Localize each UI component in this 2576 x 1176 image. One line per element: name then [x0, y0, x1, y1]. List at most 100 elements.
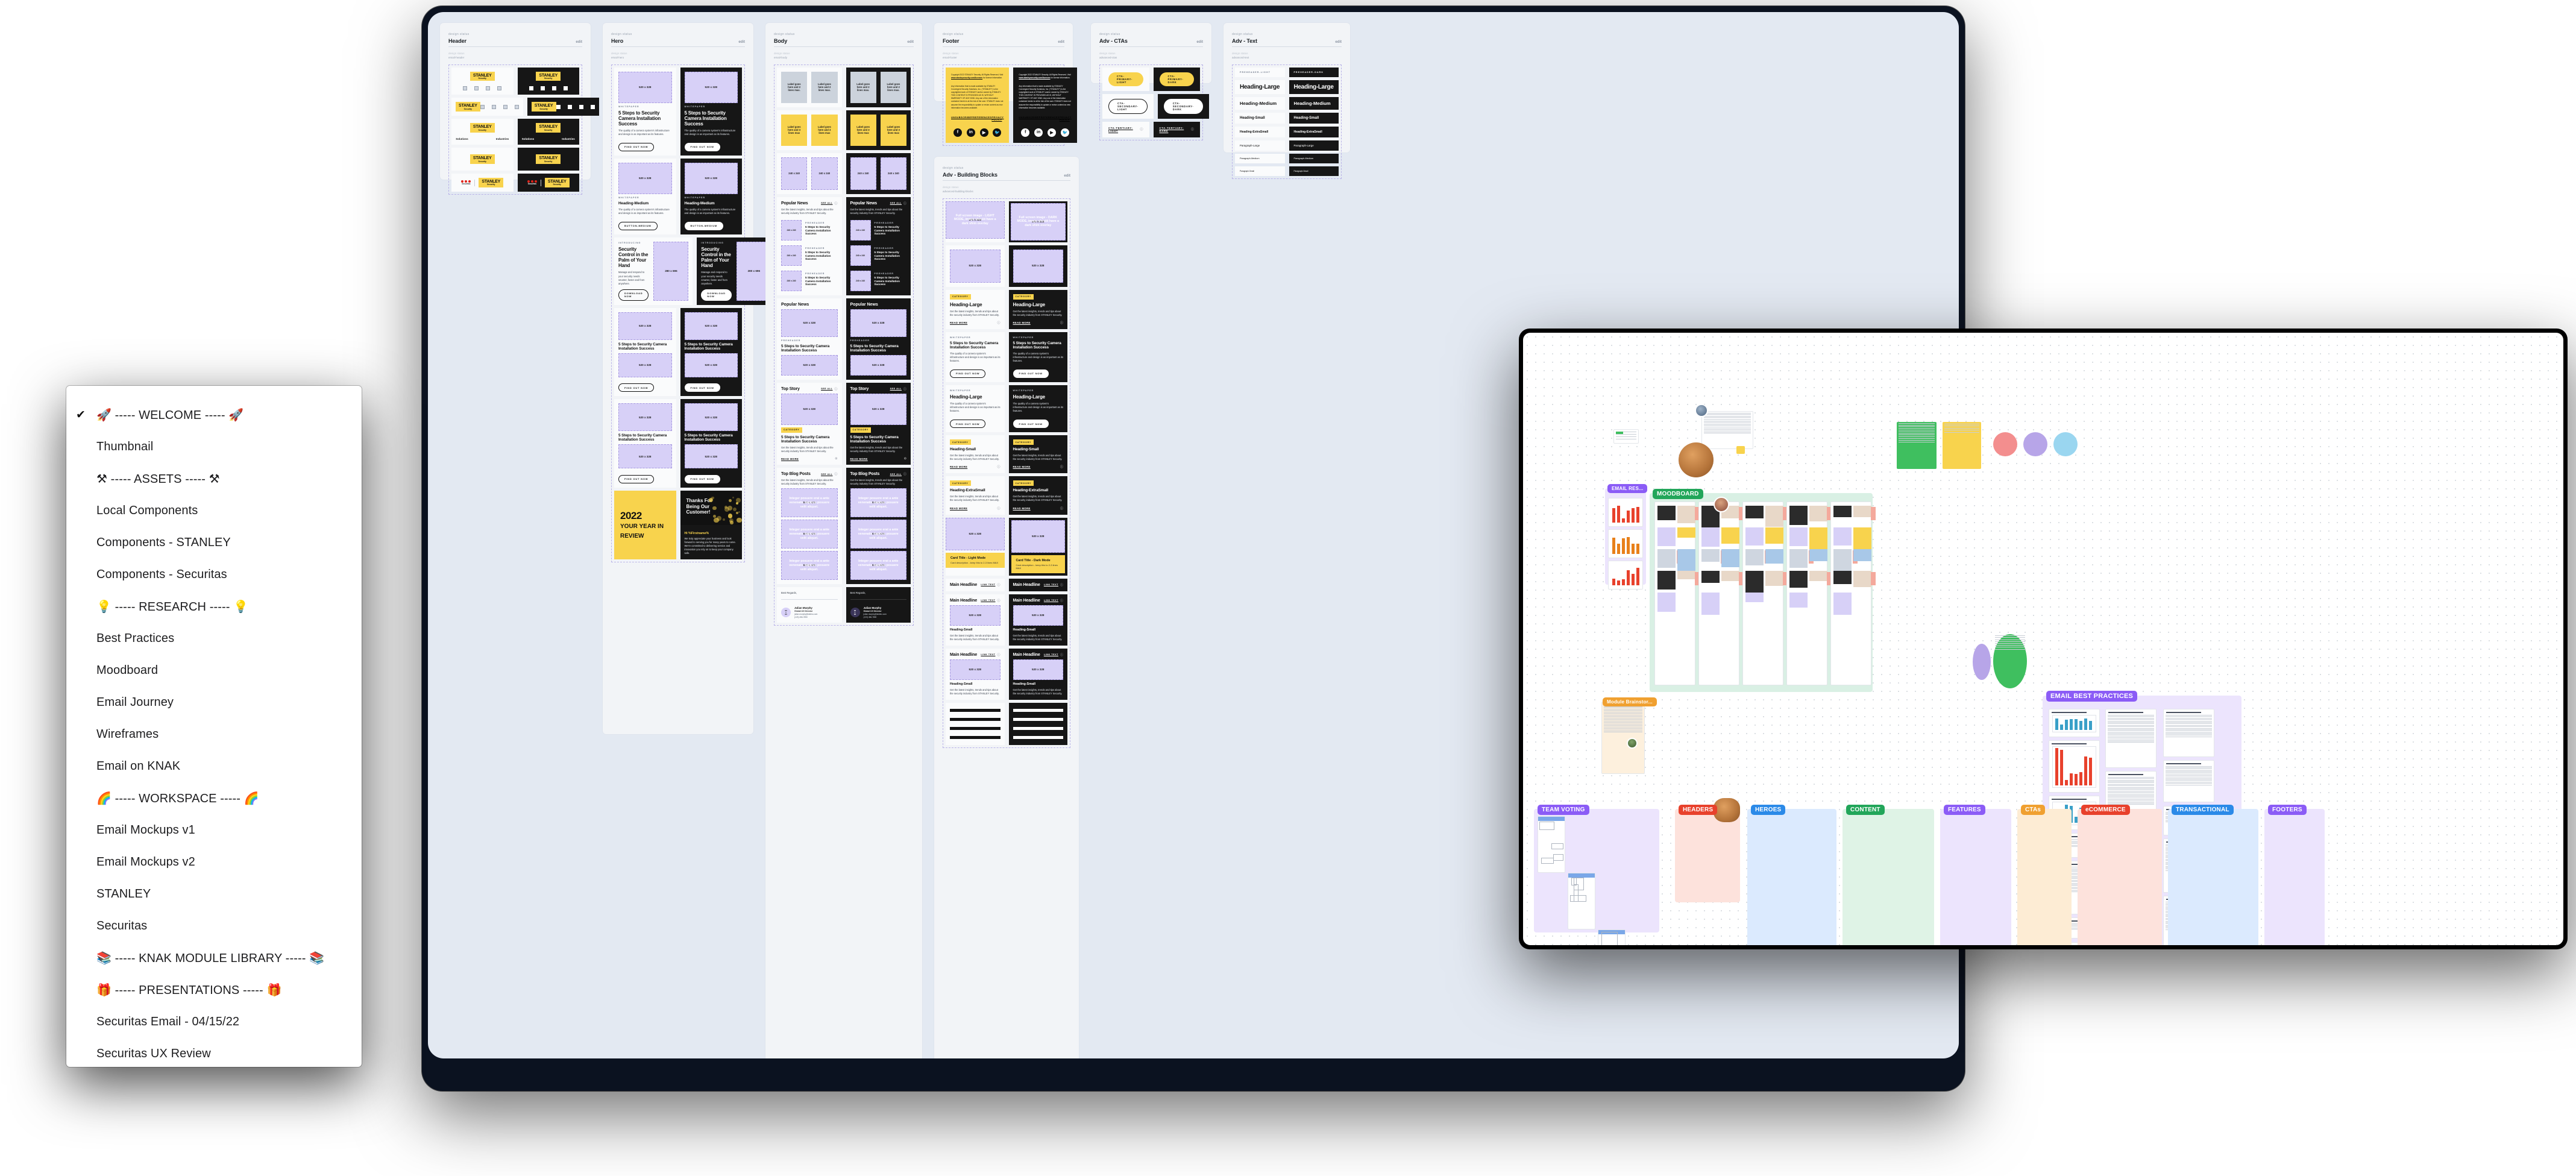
link-text[interactable]: LINK TEXT: [981, 599, 995, 602]
footer-link-1[interactable]: PREFERENCES: [1039, 116, 1060, 121]
image-module[interactable]: 520 x 328: [1009, 245, 1068, 287]
nav-icon-1[interactable]: [556, 105, 561, 109]
nav-icon-1[interactable]: [480, 105, 485, 109]
cta-tertiary-link[interactable]: CTA-TERTIARY-DARK: [1160, 127, 1191, 133]
fullscreen-module[interactable]: 600 x 328 Full screen image - DARK MODE, …: [1009, 201, 1068, 242]
nav-icon-3[interactable]: [579, 105, 583, 109]
news-list-item[interactable]: 240 x 240 PREHEADER 5 Steps to Security Ca…: [781, 271, 838, 291]
headline-module[interactable]: Main Headline LINK TEXT ⓘ: [946, 579, 1005, 591]
nav-icon-4[interactable]: [591, 105, 595, 109]
header-module[interactable]: STANLEY Security: [451, 148, 514, 171]
edit-link[interactable]: edit: [1064, 174, 1070, 178]
top-blog-module[interactable]: Top Blog Posts SEE ALL ⓘ Get the latest ins…: [777, 468, 842, 584]
year-review-module[interactable]: 2022 YOUR YEAR IN REVIEW: [614, 491, 676, 559]
nav-icon-4[interactable]: [564, 86, 568, 90]
text-spec-module[interactable]: Paragraph-Small: [1289, 166, 1339, 176]
board-section-ecommerce[interactable]: [2078, 809, 2162, 945]
content-card-module[interactable]: CATEGORY Heading-Small Get the latest insi…: [1009, 435, 1068, 473]
see-all-link[interactable]: SEE ALL: [821, 388, 832, 390]
text-spec-module[interactable]: Heading-Large: [1289, 80, 1339, 94]
cta-button[interactable]: FIND OUT NOW: [1013, 369, 1049, 378]
link-text[interactable]: LINK TEXT: [1044, 583, 1058, 586]
popular-news-large[interactable]: Popular News 520 x 328 PREHEADER 5 Steps to…: [777, 298, 842, 380]
cta-primary-button[interactable]: CTA-PRIMARY-DARK: [1160, 72, 1195, 86]
read-more-link[interactable]: READ MORE: [1013, 465, 1031, 468]
linkedin-icon[interactable]: in: [967, 128, 975, 137]
headline-module[interactable]: Main Headline LINK TEXT ⓘ 520 x 328 Heading-…: [946, 594, 1005, 646]
text-spec-module[interactable]: Paragraph-Small: [1235, 166, 1285, 176]
sidebar-item-13[interactable]: Email Mockups v1: [66, 814, 362, 846]
nav-icon-4[interactable]: [497, 86, 501, 90]
popular-news-module[interactable]: Popular News SEE ALL ⓘ Get the latest insig…: [846, 197, 911, 295]
edit-link[interactable]: edit: [1058, 40, 1064, 44]
cta-button[interactable]: FIND OUT NOW: [1013, 420, 1049, 428]
sidebar-item-16[interactable]: Securitas: [66, 910, 362, 942]
sidebar-item-3[interactable]: Local Components: [66, 495, 362, 527]
news-list-item[interactable]: 240 x 240 PREHEADER 5 Steps to Security Ca…: [781, 245, 838, 266]
text-spec-module[interactable]: Heading-Large: [1235, 80, 1285, 94]
nav-icon-3[interactable]: [503, 105, 507, 109]
body-module[interactable]: Label goes here and 2 lines max. Label go…: [846, 68, 911, 107]
license-link[interactable]: www.stanleysecurity.com/licenses: [1019, 77, 1050, 79]
linkedin-icon[interactable]: in: [1034, 128, 1043, 137]
footer-link-1[interactable]: PREFERENCES: [971, 116, 991, 121]
bar-module[interactable]: [1009, 703, 1068, 745]
nav-icon-3[interactable]: [552, 86, 556, 90]
sidebar-item-2[interactable]: ⚒ ----- ASSETS ----- ⚒: [66, 463, 362, 495]
nav-icon-2[interactable]: [492, 105, 496, 109]
text-spec-module[interactable]: Heading-Medium: [1235, 97, 1285, 110]
header-module[interactable]: STANLEY Security: [518, 148, 580, 171]
cta-module[interactable]: CTA-TERTIARY-LIGHT ⓘ: [1102, 122, 1149, 137]
hero-module[interactable]: 520 x 328 5 Steps to Security Camera Inst…: [680, 399, 743, 488]
board-section-heroes[interactable]: [1747, 809, 1836, 945]
sidebar-item-9[interactable]: Email Journey: [66, 687, 362, 718]
cta-secondary-button[interactable]: CTA-SECONDARY-DARK: [1164, 99, 1203, 114]
sidebar-item-19[interactable]: Securitas Email - 04/15/22: [66, 1006, 362, 1038]
nav-industries[interactable]: Industries: [562, 137, 575, 140]
content-card-module[interactable]: CATEGORY Heading-Small Get the latest insi…: [946, 435, 1005, 473]
read-more-link[interactable]: READ MORE: [1013, 321, 1031, 324]
signer-email[interactable]: julian.murphy@sbdinc.com: [794, 613, 817, 615]
body-module[interactable]: Label goes here and 3 lines max Label goe…: [846, 110, 911, 150]
read-more-row[interactable]: READ MORE ⊙: [781, 457, 838, 461]
nav-icon-2[interactable]: [568, 105, 572, 109]
cta-module[interactable]: CTA-PRIMARY-LIGHT: [1102, 68, 1149, 91]
sidebar-item-11[interactable]: Email on KNAK: [66, 750, 362, 782]
link-text[interactable]: LINK TEXT: [981, 583, 995, 586]
hero-module[interactable]: 520 x 328 5 Steps to Security Camera Inst…: [680, 308, 743, 397]
board-section-footers[interactable]: [2264, 809, 2325, 945]
body-module[interactable]: Label goes here and 2 lines max. Label go…: [777, 68, 842, 107]
youtube-icon[interactable]: ▶: [980, 128, 988, 137]
signature-module[interactable]: Best Regards, 90 x 90 Julian Murphy Global UX…: [846, 587, 911, 623]
board-section-content[interactable]: [1842, 809, 1934, 945]
signer-email[interactable]: julian.murphy@sbdinc.com: [864, 613, 887, 615]
cta-button[interactable]: FIND OUT NOW: [685, 383, 720, 392]
edit-link[interactable]: edit: [907, 40, 914, 44]
header-module[interactable]: STANLEY Security: [451, 98, 523, 116]
nav-icon-3[interactable]: [486, 86, 490, 90]
headline-module[interactable]: Main Headline LINK TEXT ⓘ: [1009, 579, 1068, 591]
top-blog-module[interactable]: Top Blog Posts SEE ALL ⓘ Get the latest ins…: [846, 468, 911, 584]
fullscreen-module[interactable]: 600 x 328 Full screen image - LIGHT MODE,…: [946, 201, 1005, 242]
youtube-icon[interactable]: ▶: [1048, 128, 1056, 137]
text-spec-module[interactable]: Heading-ExtraSmall: [1235, 127, 1285, 137]
text-spec-module[interactable]: Paragraph-Large: [1289, 140, 1339, 151]
footer-module[interactable]: Copyright 2022 STANLEY Security. All Rig…: [946, 68, 1009, 143]
board-section-transactional[interactable]: [2168, 809, 2258, 945]
sidebar-item-0[interactable]: ✔ 🚀 ----- WELCOME ----- 🚀: [66, 399, 362, 431]
nav-industries[interactable]: Industries: [496, 137, 509, 140]
cta-button[interactable]: BUTTON-MEDIUM: [685, 222, 724, 230]
cta-module[interactable]: CTA-SECONDARY-DARK: [1158, 94, 1209, 119]
content-card-module[interactable]: CATEGORY Heading-Large Get the latest insi…: [1009, 290, 1068, 329]
top-story-module[interactable]: Top Story SEE ALL ⓘ 520 x 328 CATEGORY 5 Step…: [846, 383, 911, 465]
popular-news-large[interactable]: Popular News 520 x 328 PREHEADER 5 Steps to…: [846, 298, 911, 380]
edit-link[interactable]: edit: [576, 40, 582, 44]
cta-module[interactable]: CTA-PRIMARY-DARK: [1154, 68, 1201, 91]
sidebar-item-10[interactable]: Wireframes: [66, 718, 362, 750]
body-module[interactable]: 240 x 240 240 x 240: [777, 153, 842, 194]
cta-tertiary-link[interactable]: CTA-TERTIARY-LIGHT: [1108, 127, 1140, 133]
nav-solutions[interactable]: Solutions: [522, 137, 535, 140]
board-section-ctas[interactable]: [2017, 809, 2072, 945]
sidebar-item-6[interactable]: 💡 ----- RESEARCH ----- 💡: [66, 591, 362, 623]
body-module[interactable]: Label goes here and 3 lines max Label goe…: [777, 110, 842, 150]
